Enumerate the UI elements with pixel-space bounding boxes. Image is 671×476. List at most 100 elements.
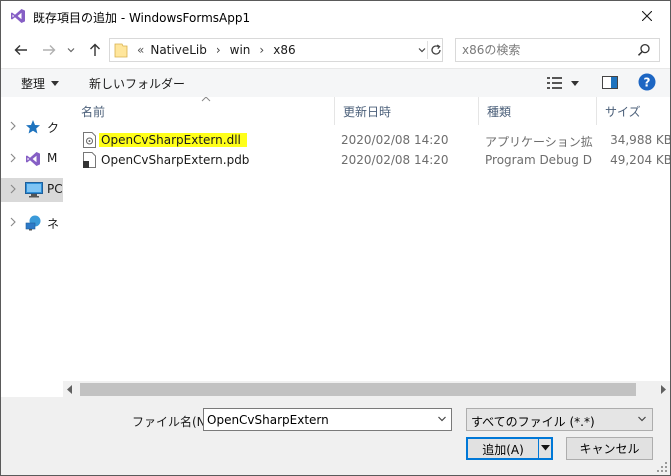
new-folder-button[interactable]: 新しいフォルダー <box>89 75 185 92</box>
file-date: 2020/02/08 14:20 <box>341 153 449 167</box>
split-divider <box>538 439 539 458</box>
chevron-down-icon[interactable] <box>437 414 447 424</box>
caret-down-icon <box>571 80 579 86</box>
recent-locations-button[interactable] <box>61 40 81 60</box>
preview-pane-icon <box>602 76 618 89</box>
caret-down-icon[interactable] <box>541 445 550 451</box>
nav-item-label: PC <box>47 182 63 196</box>
visual-studio-icon <box>11 9 25 23</box>
resize-grip-icon[interactable] <box>657 462 667 472</box>
chevron-right-icon[interactable] <box>10 121 16 131</box>
breadcrumb-nativelib[interactable]: NativeLib <box>147 43 210 57</box>
navigation-bar: « NativeLib › win › x86 <box>1 32 670 68</box>
column-header-date[interactable]: 更新日時 <box>335 97 479 125</box>
arrow-up-icon <box>90 43 100 56</box>
nav-item-this-pc[interactable]: PC <box>1 178 63 202</box>
arrow-right-icon <box>43 45 56 55</box>
preview-pane-button[interactable] <box>602 76 618 89</box>
scrollbar-thumb[interactable] <box>80 383 636 396</box>
help-icon: ? <box>638 73 656 91</box>
file-type: アプリケーション拡張 <box>485 135 593 149</box>
filetype-select[interactable]: すべてのファイル (*.*) <box>466 408 653 431</box>
refresh-icon <box>430 44 441 55</box>
back-button[interactable] <box>11 40 31 60</box>
dialog-footer: ファイル名(N): すべてのファイル (*.*) 追加(A) キャンセル <box>1 397 670 475</box>
file-size: 34,988 KB <box>610 133 670 147</box>
file-row[interactable]: OpenCvSharpExtern.pdb 2020/02/08 14:20 P… <box>77 151 670 170</box>
breadcrumb-win[interactable]: win <box>227 43 254 57</box>
close-button[interactable] <box>632 5 662 27</box>
help-button[interactable]: ? <box>638 73 656 91</box>
filename-combobox[interactable] <box>203 408 452 431</box>
search-icon <box>637 43 650 56</box>
search-box[interactable] <box>455 38 660 62</box>
column-header-size[interactable]: サイズ <box>597 97 670 125</box>
dll-file-icon <box>83 132 96 148</box>
organize-menu[interactable]: 整理 <box>21 75 60 92</box>
breadcrumb-overflow[interactable]: « <box>134 43 147 57</box>
folder-icon <box>114 43 128 58</box>
view-options-button[interactable] <box>547 77 579 89</box>
refresh-button[interactable] <box>427 41 443 59</box>
nav-item-label: ク <box>47 121 60 135</box>
file-type: Program Debug D... <box>485 153 593 167</box>
nav-item-visual-studio[interactable]: M <box>1 147 63 171</box>
nav-item-quick-access[interactable]: ク <box>1 115 63 139</box>
breadcrumb-x86[interactable]: x86 <box>270 43 298 57</box>
add-button-label: 追加(A) <box>482 443 524 457</box>
nav-item-network[interactable]: ネ <box>1 211 63 235</box>
arrow-left-icon <box>14 45 27 55</box>
visual-studio-icon <box>26 152 40 166</box>
nav-item-label: ネ <box>47 217 60 231</box>
computer-icon <box>25 182 43 198</box>
address-bar[interactable]: « NativeLib › win › x86 <box>109 38 443 62</box>
add-button[interactable]: 追加(A) <box>466 437 553 460</box>
scroll-right-icon[interactable] <box>660 385 666 394</box>
column-header-label: 更新日時 <box>343 104 392 119</box>
svg-text:?: ? <box>644 76 651 90</box>
content-area: ク M PC ネ 名前 更新日時 種類 サイズ OpenCvSharpExter… <box>1 97 670 398</box>
file-size: 49,204 KB <box>610 153 670 167</box>
chevron-down-icon[interactable] <box>418 43 426 57</box>
chevron-down-icon <box>638 416 646 422</box>
new-folder-label: 新しいフォルダー <box>89 77 186 91</box>
chevron-right-icon[interactable] <box>10 153 16 163</box>
add-existing-item-dialog: 既存項目の追加 - WindowsFormsApp1 « NativeLib ›… <box>0 0 671 476</box>
file-list: 名前 更新日時 種類 サイズ OpenCvSharpExtern.dll 202… <box>63 97 670 397</box>
search-input[interactable] <box>462 42 632 58</box>
chevron-right-icon[interactable] <box>10 217 16 227</box>
breadcrumb: « NativeLib › win › x86 <box>134 43 299 57</box>
up-button[interactable] <box>85 40 105 60</box>
command-bar: 整理 新しいフォルダー ? <box>1 68 670 97</box>
file-name: OpenCvSharpExtern.pdb <box>101 153 250 167</box>
caret-down-icon <box>51 81 60 86</box>
chevron-right-icon[interactable]: › <box>210 43 227 57</box>
pdb-file-icon <box>83 152 96 168</box>
filetype-value: すべてのファイル (*.*) <box>471 415 595 429</box>
file-row[interactable]: OpenCvSharpExtern.dll 2020/02/08 14:20 ア… <box>77 131 670 150</box>
chevron-right-icon[interactable] <box>10 184 16 194</box>
column-header-label: 種類 <box>487 104 512 119</box>
filename-input[interactable] <box>207 412 427 428</box>
navigation-pane: ク M PC ネ <box>1 97 63 397</box>
chevron-right-icon[interactable]: › <box>253 43 270 57</box>
close-icon <box>642 11 652 21</box>
organize-label: 整理 <box>21 77 46 91</box>
forward-button[interactable] <box>39 40 59 60</box>
column-header-label: サイズ <box>605 104 641 119</box>
window-title: 既存項目の追加 - WindowsFormsApp1 <box>33 11 251 25</box>
column-header-name[interactable]: 名前 <box>73 97 335 125</box>
column-header-label: 名前 <box>81 104 106 119</box>
file-date: 2020/02/08 14:20 <box>341 133 449 147</box>
network-icon <box>25 215 41 231</box>
cancel-button-label: キャンセル <box>579 442 640 456</box>
column-header-type[interactable]: 種類 <box>479 97 597 125</box>
title-bar: 既存項目の追加 - WindowsFormsApp1 <box>1 1 670 32</box>
chevron-down-icon <box>67 48 75 53</box>
quick-access-star-icon <box>26 120 40 134</box>
file-name: OpenCvSharpExtern.dll <box>99 133 247 147</box>
cancel-button[interactable]: キャンセル <box>566 437 653 460</box>
horizontal-scrollbar[interactable] <box>63 381 670 398</box>
details-view-icon <box>547 77 562 89</box>
scroll-left-icon[interactable] <box>67 385 73 394</box>
